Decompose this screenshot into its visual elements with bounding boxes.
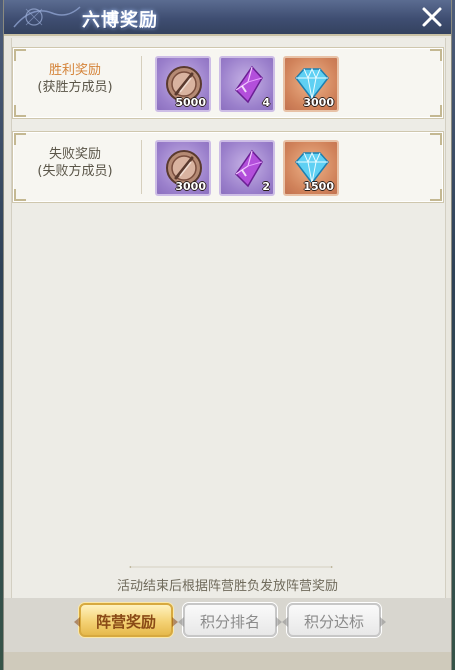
lose-reward-label: 失败奖励 (失败方成员) [15,146,135,180]
win-reward-subtitle: (获胜方成员) [37,80,113,95]
row-divider [141,56,142,110]
item-count: 3000 [303,96,334,109]
tab-label: 积分排名 [199,613,260,631]
row-divider [141,140,142,194]
tab-score-target[interactable]: 积分达标 [282,603,386,637]
reward-item-coin[interactable]: 3000 [155,140,211,196]
window-title: 六博奖励 [82,10,158,31]
footer-divider [129,566,333,568]
reward-item-crystal[interactable]: 2 [219,140,275,196]
win-reward-label: 胜利奖励 (获胜方成员) [15,62,135,96]
tab-score-ranking[interactable]: 积分排名 [178,603,282,637]
item-count: 5000 [175,96,206,109]
title-bar: 六博奖励 [4,0,451,36]
item-count: 3000 [175,180,206,193]
tab-label: 积分达标 [303,613,364,631]
item-count: 2 [262,180,270,193]
tab-label: 阵营奖励 [95,613,156,631]
reward-window: 六博奖励 胜利奖励 (获胜方成员) 5000 4 3000 失败奖励 (失败方成… [4,0,451,670]
reward-item-crystal[interactable]: 4 [219,56,275,112]
tab-faction-rewards[interactable]: 阵营奖励 [74,603,178,637]
reward-item-coin[interactable]: 5000 [155,56,211,112]
lose-reward-title: 失败奖励 [48,147,101,162]
footer-note: 活动结束后根据阵营胜负发放阵营奖励 [116,579,338,594]
win-reward-title: 胜利奖励 [48,63,101,78]
lose-reward-subtitle: (失败方成员) [37,164,113,179]
item-count: 1500 [303,180,334,193]
bottom-decoration [4,652,451,670]
item-count: 4 [262,96,270,109]
reward-item-diamond[interactable]: 3000 [283,56,339,112]
win-reward-row: 胜利奖励 (获胜方成员) 5000 4 3000 [12,47,444,119]
close-icon[interactable] [419,4,445,30]
reward-item-diamond[interactable]: 1500 [283,140,339,196]
title-ornament-icon [13,6,81,28]
lose-reward-row: 失败奖励 (失败方成员) 3000 2 1500 [12,131,444,203]
